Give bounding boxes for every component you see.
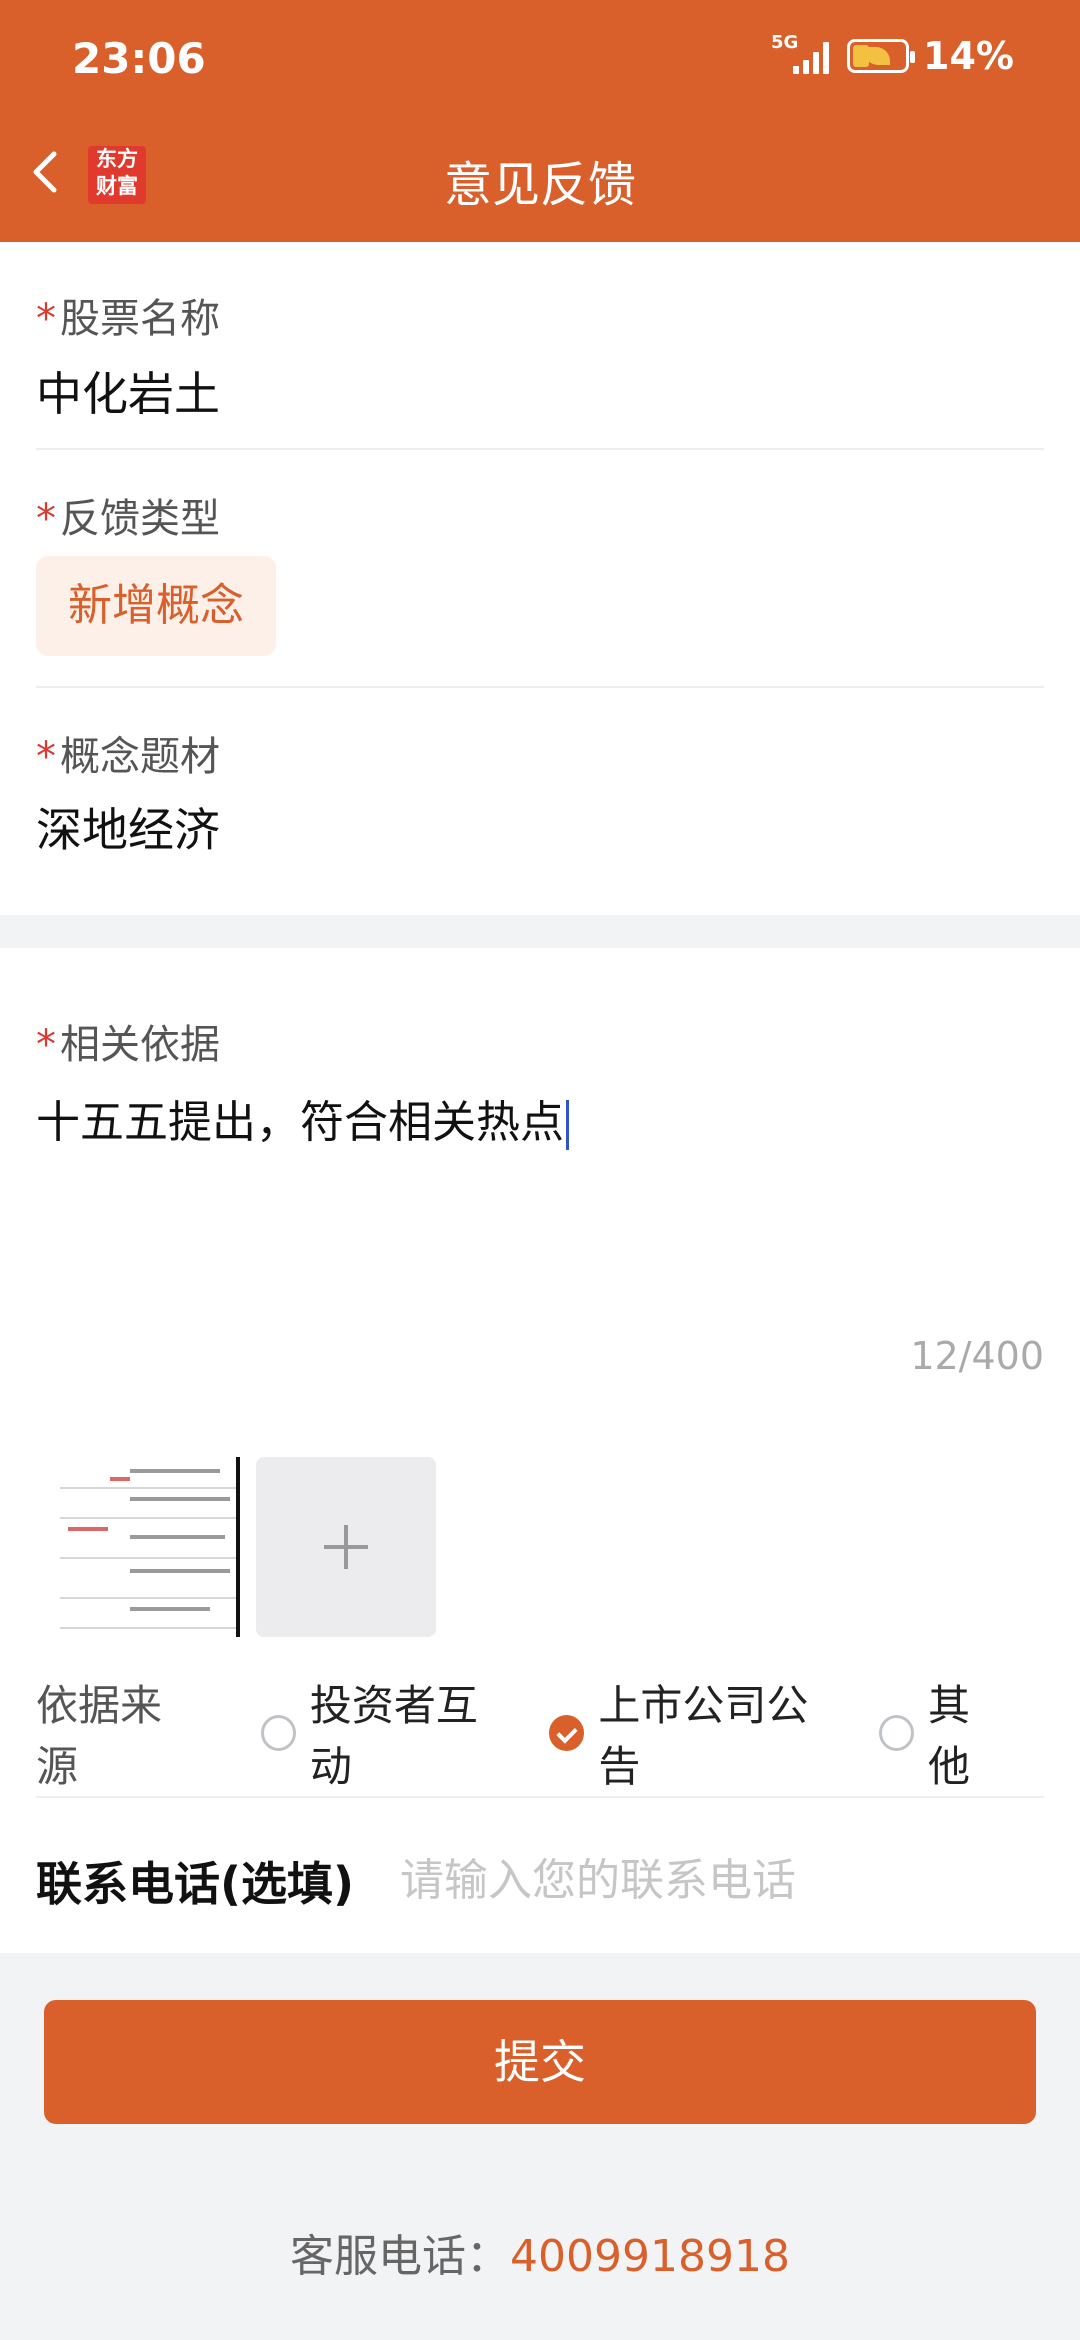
uploaded-image-thumbnail[interactable]: [60, 1457, 240, 1637]
phone-input[interactable]: [398, 1844, 1042, 1916]
signal-icon: 5G: [771, 34, 833, 78]
text-cursor: [566, 1100, 569, 1150]
source-option-investor[interactable]: 投资者互动: [260, 1672, 516, 1794]
service-phone-link[interactable]: 4009918918: [510, 2231, 790, 2282]
app-header: 23:06 5G 14% 东方 财富 意见反馈: [0, 0, 1080, 242]
status-time: 23:06: [72, 34, 206, 83]
char-counter: 12/400: [910, 1334, 1044, 1378]
stock-name-label: * 股票名称: [36, 296, 220, 342]
concept-label: * 概念题材: [36, 734, 220, 780]
concept-value: 深地经济: [36, 803, 220, 857]
radio-checked-icon: [549, 1715, 585, 1751]
basis-label: * 相关依据: [36, 1022, 220, 1068]
divider: [36, 448, 1044, 450]
source-option-other[interactable]: 其他: [878, 1672, 1010, 1794]
radio-icon: [878, 1715, 915, 1751]
divider: [36, 686, 1044, 688]
feedback-type-label: * 反馈类型: [36, 496, 220, 542]
submit-button[interactable]: 提交: [44, 2000, 1036, 2124]
status-indicators: 5G 14%: [771, 34, 1014, 79]
phone-label: 联系电话(选填): [36, 1857, 355, 1911]
divider: [36, 1796, 1044, 1798]
stock-name-value: 中化岩土: [36, 367, 220, 421]
battery-percent: 14%: [923, 34, 1014, 78]
service-label: 客服电话：: [290, 2231, 511, 2282]
feedback-type-chip[interactable]: 新增概念: [36, 556, 276, 656]
radio-icon: [260, 1715, 296, 1751]
source-option-announcement[interactable]: 上市公司公告: [549, 1672, 845, 1794]
add-image-button[interactable]: [256, 1457, 436, 1637]
source-selector: 依据来源 投资者互动 上市公司公告 其他: [36, 1681, 1044, 1791]
source-label: 依据来源: [36, 1681, 163, 1791]
basis-textarea[interactable]: 十五五提出，符合相关热点: [36, 1086, 1016, 1150]
feedback-info-card: * 股票名称 中化岩土 * 反馈类型 新增概念 * 概念题材 深地经济: [0, 242, 1080, 915]
customer-service: 客服电话：4009918918: [0, 2220, 1080, 2284]
page-title: 意见反馈: [443, 157, 636, 213]
battery-icon: [847, 39, 916, 73]
evidence-card: * 相关依据 十五五提出，符合相关热点 12/400 依据来源 投资者互动 上市公…: [0, 948, 1080, 1953]
